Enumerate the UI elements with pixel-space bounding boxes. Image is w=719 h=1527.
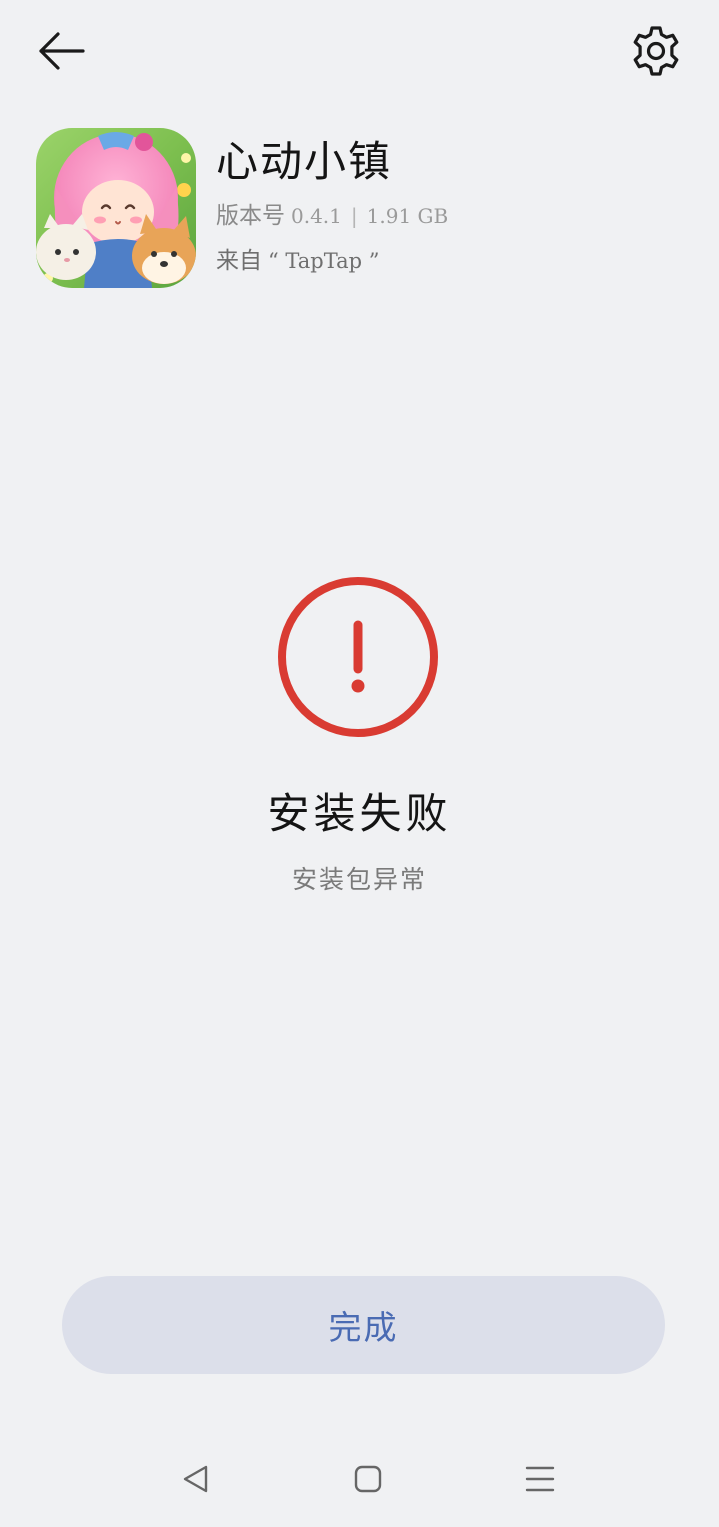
done-button[interactable]: 完成	[62, 1276, 665, 1374]
done-button-label: 完成	[328, 1308, 399, 1347]
nav-back-button[interactable]	[166, 1450, 226, 1508]
arrow-left-icon	[39, 32, 85, 70]
package-size: 1.91 GB	[366, 204, 449, 228]
app-source-info: 来自 “ TapTap ”	[216, 245, 380, 277]
nav-back-icon	[183, 1465, 208, 1493]
source-name: “ TapTap ”	[268, 249, 380, 273]
back-button[interactable]	[28, 22, 94, 80]
settings-button[interactable]	[622, 18, 690, 84]
status-title: 安装失败	[267, 789, 452, 838]
nav-menu-icon	[525, 1466, 555, 1492]
app-icon	[36, 128, 196, 288]
version-label: 版本号	[216, 203, 285, 229]
nav-menu-button[interactable]	[510, 1450, 570, 1508]
version-number: 0.4.1	[291, 204, 342, 228]
app-name: 心动小镇	[216, 137, 393, 186]
nav-home-button[interactable]	[338, 1450, 398, 1508]
info-separator: |	[350, 204, 358, 228]
gear-icon	[633, 26, 679, 76]
status-subtitle: 安装包异常	[291, 865, 427, 894]
error-exclamation-icon	[276, 575, 440, 739]
app-version-info: 版本号 0.4.1 | 1.91 GB	[216, 200, 448, 232]
source-prefix: 来自	[216, 248, 262, 274]
nav-home-icon	[354, 1465, 382, 1493]
